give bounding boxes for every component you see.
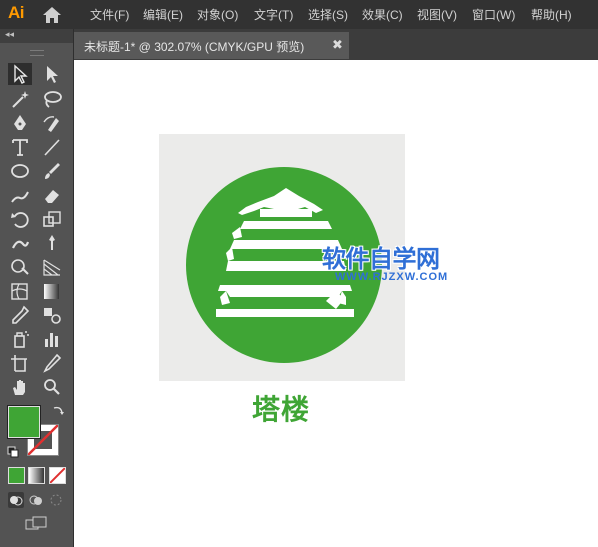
panel-grip[interactable] bbox=[30, 50, 44, 56]
menu-edit[interactable]: 编辑(E) bbox=[143, 7, 183, 23]
magic-wand-tool-icon[interactable] bbox=[8, 88, 32, 110]
draw-inside-icon[interactable] bbox=[48, 492, 64, 508]
menu-bar: Ai 文件(F) 编辑(E) 对象(O) 文字(T) 选择(S) 效果(C) 视… bbox=[0, 0, 598, 29]
draw-behind-icon[interactable] bbox=[28, 492, 44, 508]
menu-window[interactable]: 窗口(W) bbox=[472, 7, 515, 23]
menu-object[interactable]: 对象(O) bbox=[197, 7, 238, 23]
draw-normal-icon[interactable] bbox=[8, 492, 24, 508]
default-colors-icon[interactable] bbox=[7, 445, 19, 458]
direct-selection-tool-icon[interactable] bbox=[40, 63, 64, 85]
eraser-tool-icon[interactable] bbox=[40, 184, 64, 206]
close-icon[interactable]: ✖ bbox=[332, 37, 343, 53]
hand-tool-icon[interactable] bbox=[8, 376, 32, 398]
curvature-tool-icon[interactable] bbox=[40, 112, 64, 134]
shape-builder-tool-icon[interactable] bbox=[8, 256, 32, 278]
color-mode-button[interactable] bbox=[8, 467, 25, 484]
pen-tool-icon[interactable] bbox=[8, 112, 32, 134]
menu-select[interactable]: 选择(S) bbox=[308, 7, 348, 23]
lasso-tool-icon[interactable] bbox=[40, 88, 64, 110]
column-graph-tool-icon[interactable] bbox=[40, 328, 64, 350]
pagoda-caption: 塔楼 bbox=[252, 393, 311, 426]
zoom-tool-icon[interactable] bbox=[40, 376, 64, 398]
scale-tool-icon[interactable] bbox=[40, 208, 64, 230]
none-mode-button[interactable] bbox=[49, 467, 66, 484]
slice-tool-icon[interactable] bbox=[40, 352, 64, 374]
blend-tool-icon[interactable] bbox=[40, 304, 64, 326]
eyedropper-tool-icon[interactable] bbox=[8, 304, 32, 326]
perspective-grid-tool-icon[interactable] bbox=[40, 256, 64, 278]
home-icon[interactable] bbox=[41, 5, 63, 25]
menu-view[interactable]: 视图(V) bbox=[417, 7, 457, 23]
artboard-tool-icon[interactable] bbox=[8, 352, 32, 374]
mesh-tool-icon[interactable] bbox=[8, 280, 32, 302]
warp-tool-icon[interactable] bbox=[8, 232, 32, 254]
menu-effect[interactable]: 效果(C) bbox=[362, 7, 403, 23]
document-tab-title: 未标题-1* @ 302.07% (CMYK/GPU 预览) bbox=[84, 40, 305, 54]
selection-tool-icon[interactable] bbox=[8, 63, 32, 85]
illustrator-logo: Ai bbox=[8, 3, 25, 22]
menu-type[interactable]: 文字(T) bbox=[254, 7, 293, 23]
watermark-text: 软件自学网 bbox=[322, 245, 440, 273]
menu-help[interactable]: 帮助(H) bbox=[531, 7, 572, 23]
document-tab[interactable]: 未标题-1* @ 302.07% (CMYK/GPU 预览) ✖ bbox=[74, 32, 349, 59]
ellipse-tool-icon[interactable] bbox=[8, 160, 32, 182]
rotate-tool-icon[interactable] bbox=[8, 208, 32, 230]
watermark-url: WWW.RJZXW.COM bbox=[335, 271, 449, 283]
gradient-mode-button[interactable] bbox=[28, 467, 45, 484]
tools-panel-header: ◂◂ bbox=[0, 29, 73, 43]
screen-mode-icon[interactable] bbox=[24, 516, 48, 532]
paintbrush-tool-icon[interactable] bbox=[40, 160, 64, 182]
gradient-tool-icon[interactable] bbox=[40, 280, 64, 302]
collapse-panel-icon[interactable]: ◂◂ bbox=[5, 29, 14, 40]
type-tool-icon[interactable] bbox=[8, 136, 32, 158]
shaper-tool-icon[interactable] bbox=[8, 184, 32, 206]
swap-colors-icon[interactable] bbox=[51, 404, 65, 418]
fill-color-swatch[interactable] bbox=[8, 406, 40, 438]
menu-file[interactable]: 文件(F) bbox=[90, 7, 129, 23]
symbol-sprayer-tool-icon[interactable] bbox=[8, 328, 32, 350]
puppet-warp-tool-icon[interactable] bbox=[40, 232, 64, 254]
line-segment-tool-icon[interactable] bbox=[40, 136, 64, 158]
